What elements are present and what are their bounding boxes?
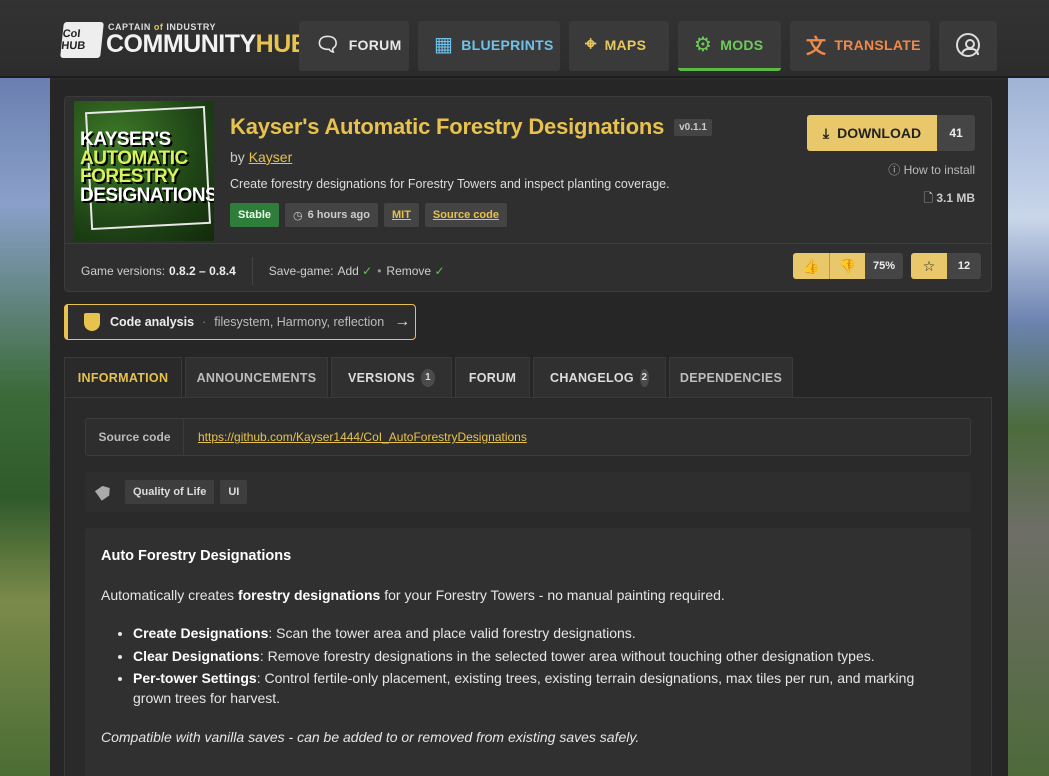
source-url-link[interactable]: https://github.com/Kayser1444/CoI_AutoFo… — [198, 430, 527, 444]
gear-icon: ⚙ — [694, 34, 713, 56]
info-icon: ⓘ — [888, 163, 901, 177]
compatibility-row: Game versions: 0.8.2 – 0.8.4 Save-game: … — [81, 257, 445, 285]
thumbs-down-button[interactable]: 👎 — [829, 253, 865, 279]
source-code-row: Source code https://github.com/Kayser144… — [85, 418, 971, 456]
check-icon: ✓ — [358, 264, 373, 278]
nav-blueprints[interactable]: ▦ BLUEPRINTS — [418, 21, 560, 71]
tab-changelog[interactable]: CHANGELOG 2 — [533, 357, 666, 397]
nav-translate[interactable]: 文 TRANSLATE — [790, 21, 930, 71]
logo-badge: CoI HUB — [60, 22, 104, 58]
star-button[interactable]: ☆ — [911, 253, 948, 279]
tab-dependencies[interactable]: DEPENDENCIES — [669, 357, 793, 397]
code-analysis-items: filesystem, Harmony, reflection — [214, 315, 385, 329]
code-analysis-banner[interactable]: Code analysis · filesystem, Harmony, ref… — [64, 304, 416, 340]
readme-intro: Automatically creates forestry designati… — [101, 587, 725, 604]
logo-title: COMMUNITYHUB — [106, 30, 309, 58]
user-icon — [956, 32, 980, 57]
compatibility-note: Compatible with vanilla saves - can be a… — [101, 728, 640, 745]
background-scenery-left — [0, 78, 50, 776]
top-header: CoI HUB CAPTAIN of INDUSTRY COMMUNITYHUB… — [0, 0, 1049, 78]
tab-forum[interactable]: FORUM — [455, 357, 530, 397]
tab-information[interactable]: INFORMATION — [64, 357, 182, 397]
nav-mods[interactable]: ⚙ MODS — [678, 21, 781, 71]
map-pin-icon: ⌖ — [585, 33, 597, 55]
stable-badge: Stable — [230, 203, 280, 227]
tag-icon — [95, 483, 113, 501]
nav-forum[interactable]: 🗨 FORUM — [299, 21, 409, 71]
file-size: 🗋 3.1 MB — [923, 191, 975, 205]
mod-readme: Auto Forestry Designations Automatically… — [85, 528, 971, 776]
information-panel: Source code https://github.com/Kayser144… — [64, 397, 992, 776]
author-link[interactable]: Kayser — [249, 149, 293, 165]
download-count: 41 — [937, 115, 975, 151]
check-icon: ✓ — [431, 264, 445, 278]
tab-announcements[interactable]: ANNOUNCEMENTS — [185, 357, 328, 397]
clock-icon: ◷ — [293, 209, 303, 222]
star-count: 12 — [947, 253, 982, 279]
star-icon: ☆ — [922, 257, 936, 274]
shield-icon — [84, 313, 100, 331]
mod-tags: Stable ◷ 6 hours ago MIT Source code — [230, 203, 507, 227]
arrow-right-icon: → — [394, 313, 411, 330]
readme-heading: Auto Forestry Designations — [101, 548, 292, 564]
site-logo[interactable]: CoI HUB CAPTAIN of INDUSTRY COMMUNITYHUB — [60, 22, 309, 58]
thumbnail-text: KAYSER'S AUTOMATIC FORESTRY DESIGNATIONS — [80, 129, 214, 206]
source-code-link[interactable]: Source code — [424, 203, 507, 227]
mod-thumbnail[interactable]: KAYSER'S AUTOMATIC FORESTRY DESIGNATIONS — [74, 101, 214, 241]
divider — [251, 257, 253, 285]
file-icon: 🗋 — [923, 191, 933, 205]
main-nav: 🗨 FORUM ▦ BLUEPRINTS ⌖ MAPS ⚙ MODS 文 TRA… — [299, 21, 997, 71]
category-row: Quality of Life UI — [85, 472, 971, 512]
blueprint-icon: ▦ — [434, 34, 454, 56]
user-menu-button[interactable] — [939, 21, 997, 71]
updated-badge: ◷ 6 hours ago — [285, 203, 378, 227]
thumbs-up-button[interactable]: 👍 — [793, 253, 829, 279]
translate-icon: 文 — [806, 36, 827, 58]
mod-description: Create forestry designations for Forestr… — [230, 177, 670, 191]
card-divider — [65, 243, 991, 244]
rating-group: 👍 👎 75% ☆ 12 — [793, 253, 982, 279]
approval-rating: 75% — [865, 253, 904, 279]
list-item: Clear Designations: Remove forestry desi… — [133, 646, 955, 666]
tab-count-badge: 1 — [421, 368, 435, 387]
thumbs-up-icon: 👍 — [802, 257, 820, 274]
download-button[interactable]: ⤓ DOWNLOAD — [807, 115, 937, 151]
mod-card: KAYSER'S AUTOMATIC FORESTRY DESIGNATIONS… — [64, 96, 992, 292]
feature-list: Create Designations: Scan the tower area… — [133, 623, 955, 708]
version-badge: v0.1.1 — [674, 118, 712, 136]
main-content: KAYSER'S AUTOMATIC FORESTRY DESIGNATIONS… — [50, 80, 1008, 776]
category-tag[interactable]: Quality of Life — [125, 480, 215, 504]
mod-tabs: INFORMATION ANNOUNCEMENTS VERSIONS 1 FOR… — [64, 357, 793, 397]
license-link[interactable]: MIT — [383, 203, 419, 227]
tab-count-badge: 2 — [639, 368, 649, 387]
author-line: by Kayser — [230, 149, 293, 165]
download-group: ⤓ DOWNLOAD 41 — [807, 115, 975, 151]
background-scenery-right — [1008, 78, 1049, 776]
nav-maps[interactable]: ⌖ MAPS — [569, 21, 669, 71]
how-to-install-link[interactable]: ⓘ How to install — [888, 161, 975, 178]
mod-title: Kayser's Automatic Forestry Designations — [230, 114, 665, 139]
tab-versions[interactable]: VERSIONS 1 — [331, 357, 452, 397]
game-versions: 0.8.2 – 0.8.4 — [169, 264, 236, 278]
list-item: Create Designations: Scan the tower area… — [133, 623, 955, 643]
chat-icon: 🗨 — [315, 34, 341, 56]
list-item: Per-tower Settings: Control fertile-only… — [133, 668, 955, 709]
category-tag[interactable]: UI — [220, 480, 248, 504]
download-icon: ⤓ — [822, 124, 830, 141]
thumbs-down-icon: 👎 — [838, 257, 857, 274]
